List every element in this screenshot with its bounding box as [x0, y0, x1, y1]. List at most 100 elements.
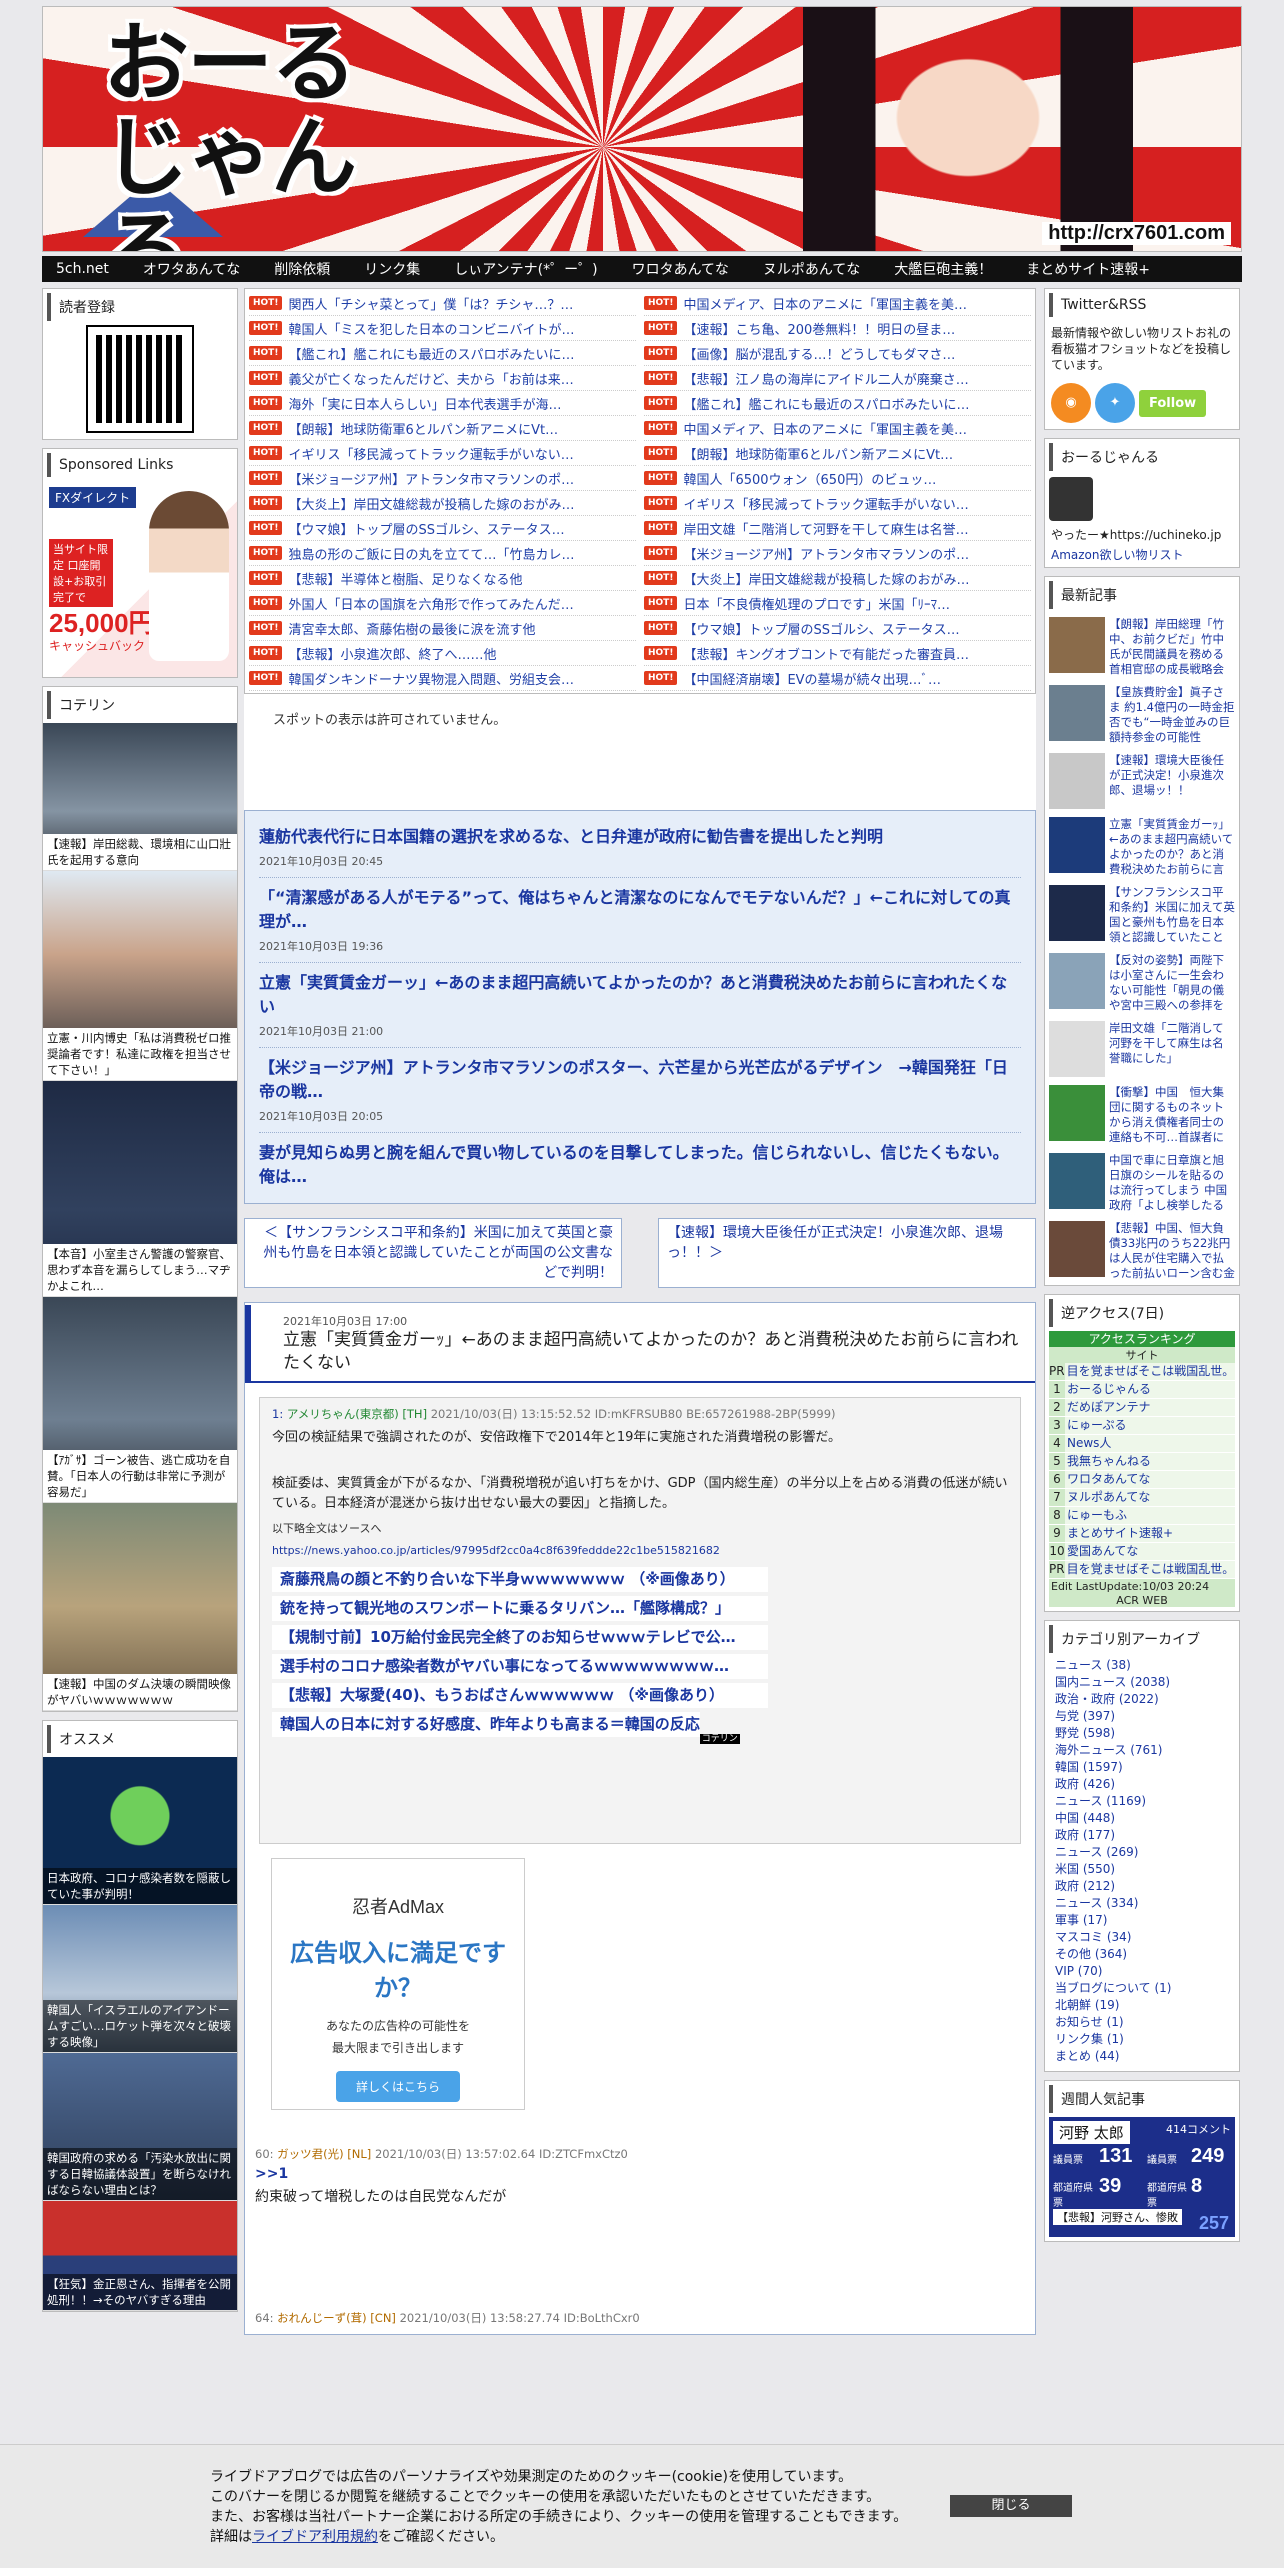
ranking-row[interactable]: 2 だめぽアンテナ: [1049, 1399, 1235, 1417]
hot-link[interactable]: 韓国人「ミスを犯した日本のコンビニバイトが…: [288, 319, 574, 338]
hot-link[interactable]: 【悲報】キングオブコントで有能だった審査員…: [683, 644, 969, 663]
hot-link[interactable]: 中国メディア、日本のアニメに「軍国主義を美…: [683, 294, 967, 313]
category-link[interactable]: 海外ニュース (761): [1045, 1742, 1239, 1759]
category-link[interactable]: まとめ (44): [1045, 2048, 1239, 2065]
category-link[interactable]: 当ブログについて (1): [1045, 1980, 1239, 1997]
category-link[interactable]: 政府 (212): [1045, 1878, 1239, 1895]
category-link[interactable]: リンク集 (1): [1045, 2031, 1239, 2048]
ranking-row[interactable]: 5 我無ちゃんねる: [1049, 1453, 1235, 1471]
hot-link[interactable]: 【画像】脳が混乱する…！どうしてもダマさ…: [683, 344, 955, 363]
nav-link[interactable]: リンク集: [364, 259, 420, 279]
hot-link[interactable]: 【大炎上】岸田文雄総裁が投稿した嫁のおがみ…: [683, 569, 969, 588]
hot-link[interactable]: 中国メディア、日本のアニメに「軍国主義を美…: [683, 419, 967, 438]
osusume-item[interactable]: 【狂気】金正恩さん、指揮者を公開処刑！！→そのヤバすぎる理由: [43, 2201, 237, 2311]
category-link[interactable]: ニュース (1169): [1045, 1793, 1239, 1810]
osusume-item[interactable]: 日本政府、コロナ感染者数を隠蔽していた事が判明！: [43, 1757, 237, 1905]
inline-link[interactable]: 韓国人の日本に対する好感度、昨年よりも高まる＝韓国の反応: [272, 1712, 700, 1737]
hot-link[interactable]: 日本「不良債権処理のプロです」米国「ﾘｰﾏ…: [683, 594, 950, 613]
ranking-row[interactable]: 8 にゅーもふ: [1049, 1507, 1235, 1525]
hot-link[interactable]: 【艦これ】艦これにも最近のスパロボみたいに…: [683, 394, 969, 413]
category-link[interactable]: 北朝鮮 (19): [1045, 1997, 1239, 2014]
ranking-row[interactable]: 10 愛国あんてな: [1049, 1543, 1235, 1561]
ranking-row[interactable]: 3 にゅーぷる: [1049, 1417, 1235, 1435]
category-link[interactable]: ニュース (269): [1045, 1844, 1239, 1861]
hot-link[interactable]: 【朗報】地球防衛軍6とルパン新アニメにVt…: [683, 444, 953, 463]
amazon-wishlist-link[interactable]: Amazon欲しい物リスト: [1045, 547, 1239, 567]
ranking-row[interactable]: 7 ヌルポあんてな: [1049, 1489, 1235, 1507]
hot-link[interactable]: 【艦これ】艦これにも最近のスパロボみたいに…: [288, 344, 574, 363]
category-link[interactable]: ニュース (38): [1045, 1657, 1239, 1674]
latest-item[interactable]: 【サンフランシスコ平和条約】米国に加えて英国と豪州も竹島を日本領と認識していたこ…: [1045, 881, 1239, 949]
hot-link[interactable]: 【悲報】半導体と樹脂、足りなくなる他: [288, 569, 522, 588]
inline-link[interactable]: 選手村のコロナ感染者数がヤバい事になってるｗｗｗｗｗｗｗｗ…: [272, 1654, 768, 1679]
inline-link[interactable]: 【悲報】大塚愛(40)、もうおばさんｗｗｗｗｗｗ （※画像あり）: [272, 1683, 768, 1708]
hot-link[interactable]: 【ウマ娘】トップ層のSSゴルシ、ステータス…: [288, 519, 564, 538]
ranking-web-link[interactable]: ACR WEB: [1049, 1594, 1235, 1607]
terms-link[interactable]: ライブドア利用規約: [252, 2529, 378, 2545]
twitter-icon[interactable]: ✦: [1095, 383, 1135, 423]
hot-link[interactable]: 岸田文雄「二階消して河野を干して麻生は名誉…: [683, 519, 968, 538]
hot-link[interactable]: 【米ジョージア州】アトランタ市マラソンのポ…: [683, 544, 969, 563]
ranking-row[interactable]: 6 ワロタあんてな: [1049, 1471, 1235, 1489]
related-link[interactable]: 蓮舫代表代行に日本国籍の選択を求めるな、と日弁連が政府に勧告書を提出したと判明: [259, 827, 883, 846]
hot-link[interactable]: 韓国人「6500ウォン（650円）のビュッ…: [683, 469, 936, 488]
osusume-item[interactable]: 韓国政府の求める「汚染水放出に関する日韓協議体設置」を断らなければならない理由と…: [43, 2053, 237, 2201]
nav-link[interactable]: 5ch.net: [56, 261, 109, 277]
weekly-popular-image[interactable]: 河野 太郎 414コメント 議員票 131 議員票 249 都道府県票 39 都…: [1049, 2117, 1235, 2237]
category-link[interactable]: 中国 (448): [1045, 1810, 1239, 1827]
follow-button[interactable]: Follow: [1139, 389, 1207, 417]
admax-ad[interactable]: 忍者AdMax 広告収入に満足ですか？ あなたの広告枠の可能性を 最大限まで引き出…: [271, 1858, 525, 2110]
nav-link[interactable]: まとめサイト速報+: [1026, 259, 1150, 279]
nav-link[interactable]: 削除依頼: [274, 259, 330, 279]
related-link[interactable]: 【米ジョージア州】アトランタ市マラソンのポスター、六芒星から光芒広がるデザイン …: [259, 1058, 1008, 1101]
category-link[interactable]: 軍事 (17): [1045, 1912, 1239, 1929]
ranking-row[interactable]: 9 まとめサイト速報+: [1049, 1525, 1235, 1543]
category-link[interactable]: 米国 (550): [1045, 1861, 1239, 1878]
hot-link[interactable]: 義父が亡くなったんだけど、夫から「お前は来…: [288, 369, 573, 388]
ranking-row[interactable]: PR目を覚ませばそこは戦国乱世。そして、一人の少女: [1049, 1561, 1235, 1579]
latest-item[interactable]: 立憲「実質賃金ガーｯ」←あのまま超円高続いてよかったのか？あと消費税決めたお前ら…: [1045, 813, 1239, 881]
hot-link[interactable]: 海外「実に日本人らしい」日本代表選手が海…: [288, 394, 561, 413]
category-link[interactable]: お知らせ (1): [1045, 2014, 1239, 2031]
category-link[interactable]: 野党 (598): [1045, 1725, 1239, 1742]
nav-link[interactable]: オワタあんてな: [143, 259, 240, 279]
hot-link[interactable]: 【米ジョージア州】アトランタ市マラソンのポ…: [288, 469, 574, 488]
prev-article-link[interactable]: ＜【サンフランシスコ平和条約】米国に加えて英国と豪州も竹島を日本領と認識していた…: [244, 1218, 622, 1288]
category-link[interactable]: マスコミ (34): [1045, 1929, 1239, 1946]
inline-link[interactable]: 斎藤飛鳥の顔と不釣り合いな下半身ｗｗｗｗｗｗｗ （※画像あり）: [272, 1567, 768, 1592]
latest-item[interactable]: 【反対の姿勢】両陛下は小室さんに一生会わない可能性「朝見の儀や宮中三殿への参拝を…: [1045, 949, 1239, 1017]
category-link[interactable]: その他 (364): [1045, 1946, 1239, 1963]
category-link[interactable]: 韓国 (1597): [1045, 1759, 1239, 1776]
latest-item[interactable]: 【速報】環境大臣後任が正式決定！小泉進次郎、退場ッ！！: [1045, 749, 1239, 813]
category-link[interactable]: VIP (70): [1045, 1963, 1239, 1980]
cookie-close-button[interactable]: 閉じる: [950, 2495, 1072, 2517]
related-link[interactable]: 「“清潔感がある人がモテる”って、俺はちゃんと清潔なのになんでモテないんだ？」←…: [259, 888, 1011, 931]
category-link[interactable]: 政府 (426): [1045, 1776, 1239, 1793]
hot-link[interactable]: 【中国経済崩壊】EVの墓場が続々出現…ﾞ…: [683, 669, 941, 688]
koteri-item[interactable]: 【速報】中国のダム決壊の瞬間映像がヤバいｗｗｗｗｗｗｗ: [43, 1503, 237, 1711]
latest-item[interactable]: 岸田文雄「二階消して河野を干して麻生は名誉職にした」: [1045, 1017, 1239, 1081]
res-anchor[interactable]: >>1: [255, 2166, 1025, 2182]
koteri-item[interactable]: 立憲・川内博史「私は消費税ゼロ推奨論者です！私達に政権を担当させて下さい！」: [43, 871, 237, 1081]
hot-link[interactable]: 関西人「チシャ菜とって」僕「は？チシャ…？…: [288, 294, 573, 313]
qr-code-icon[interactable]: [86, 325, 194, 433]
hot-link[interactable]: 【速報】こち亀、200巻無料！！明日の昼ま…: [683, 319, 955, 338]
hot-link[interactable]: 【朗報】地球防衛軍6とルパン新アニメにVt…: [288, 419, 558, 438]
related-link[interactable]: 立憲「実質賃金ガーッ」←あのまま超円高続いてよかったのか？あと消費税決めたお前ら…: [259, 973, 1007, 1016]
hot-link[interactable]: 【ウマ娘】トップ層のSSゴルシ、ステータス…: [683, 619, 959, 638]
hot-link[interactable]: 【悲報】江ノ島の海岸にアイドル二人が廃棄さ…: [683, 369, 968, 388]
fx-ad-banner[interactable]: FXダイレクト 当サイト限定 口座開設+お取引完了で 25,000円 キャッシュ…: [43, 481, 237, 677]
category-link[interactable]: 与党 (397): [1045, 1708, 1239, 1725]
ranking-row[interactable]: 4 News人: [1049, 1435, 1235, 1453]
hot-link[interactable]: 韓国ダンキンドーナツ異物混入問題、労組支会…: [288, 669, 574, 688]
nav-link[interactable]: ワロタあんてな: [632, 259, 729, 279]
category-link[interactable]: ニュース (334): [1045, 1895, 1239, 1912]
inline-link[interactable]: 銃を持って観光地のスワンボートに乗るタリバン…「艦隊構成？」: [272, 1596, 768, 1621]
koteri-item[interactable]: 【速報】岸田総裁、環境相に山口壯氏を起用する意向: [43, 723, 237, 871]
source-url-link[interactable]: https://news.yahoo.co.jp/articles/97995d…: [272, 1544, 1008, 1557]
category-link[interactable]: 国内ニュース (2038): [1045, 1674, 1239, 1691]
hot-link[interactable]: 外国人「日本の国旗を六角形で作ってみたんだ…: [288, 594, 573, 613]
related-link[interactable]: 妻が見知らぬ男と腕を組んで買い物しているのを目撃してしまった。信じられないし、信…: [259, 1143, 1009, 1186]
site-logo[interactable]: おーるじゃんる: [103, 17, 403, 251]
latest-item[interactable]: 【朗報】岸田総理「竹中、お前クビだ」竹中氏が民間議員を務める首相官邸の成長戦略会…: [1045, 613, 1239, 681]
